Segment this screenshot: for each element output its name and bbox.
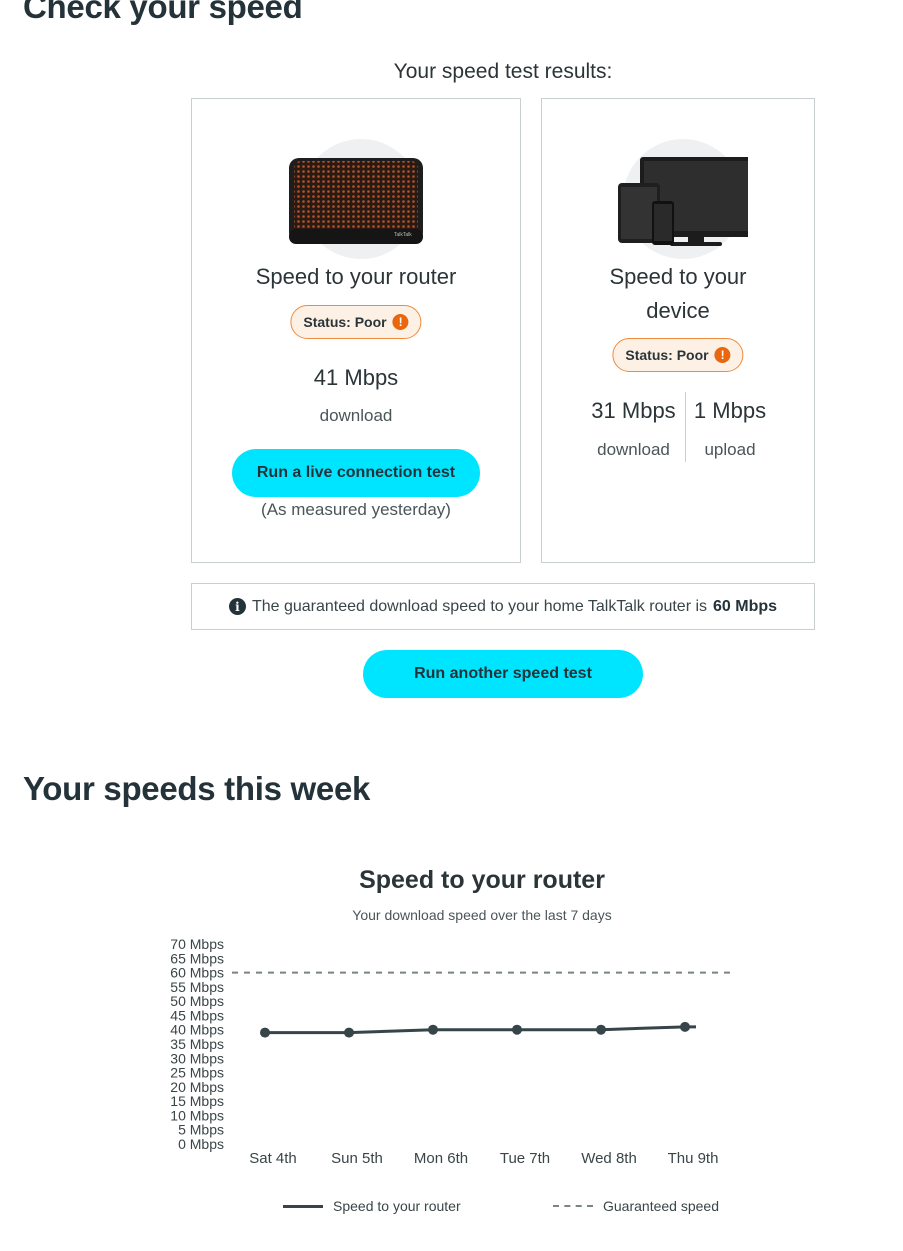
data-point <box>680 1021 690 1032</box>
router-icon: TalkTalk <box>289 158 423 244</box>
y-tick-label: 0 Mbps <box>178 1136 224 1152</box>
y-tick-label: 25 Mbps <box>170 1065 224 1081</box>
router-image: TalkTalk <box>286 139 426 259</box>
page-title: Check your speed <box>23 0 303 25</box>
legend-swatch-solid <box>283 1204 323 1208</box>
router-status-badge: Status: Poor ! <box>290 305 422 339</box>
run-live-test-button[interactable]: Run a live connection test <box>232 449 480 497</box>
y-tick-label: 55 Mbps <box>170 979 224 995</box>
legend-swatch-dashed <box>553 1205 593 1207</box>
data-point <box>512 1024 522 1035</box>
y-tick-label: 10 Mbps <box>170 1107 224 1123</box>
chart-subtitle: Your download speed over the last 7 days <box>352 907 612 923</box>
device-download-label: download <box>597 440 670 459</box>
data-point <box>260 1027 270 1038</box>
router-speed-card: TalkTalk Speed to your router Status: Po… <box>191 98 521 563</box>
y-tick-label: 15 Mbps <box>170 1093 224 1109</box>
guaranteed-speed-text: The guaranteed download speed to your ho… <box>251 597 708 615</box>
device-status-text: Status: Poor <box>625 347 709 363</box>
x-tick-label: Mon 6th <box>414 1150 468 1167</box>
warning-icon: ! <box>392 314 409 330</box>
y-tick-label: 40 Mbps <box>170 1022 224 1038</box>
chart-title: Speed to your router <box>359 866 605 894</box>
device-download-speed: 31 Mbps <box>591 398 676 423</box>
x-tick-label: Thu 9th <box>668 1150 719 1167</box>
series-line-router-speed <box>265 1025 696 1035</box>
data-point <box>428 1024 438 1035</box>
measured-note: (As measured yesterday) <box>261 500 451 519</box>
guaranteed-speed-value: 60 Mbps <box>713 597 778 615</box>
router-card-title: Speed to your router <box>255 264 457 289</box>
warning-icon: ! <box>714 347 731 363</box>
router-status-text: Status: Poor <box>303 314 387 330</box>
results-title: Your speed test results: <box>393 60 613 83</box>
device-speed-card: Speed to your device Status: Poor ! 31 M… <box>541 98 815 563</box>
legend-item-guaranteed: Guaranteed speed <box>553 1198 719 1214</box>
x-tick-label: Sun 5th <box>331 1150 383 1167</box>
y-tick-label: 35 Mbps <box>170 1036 224 1052</box>
y-tick-label: 60 Mbps <box>170 965 224 981</box>
y-tick-label: 5 Mbps <box>178 1122 224 1138</box>
data-point <box>596 1024 606 1035</box>
device-status-badge: Status: Poor ! <box>612 338 744 372</box>
router-speed-chart: 0 Mbps5 Mbps10 Mbps15 Mbps20 Mbps25 Mbps… <box>170 936 733 1167</box>
data-point <box>344 1027 354 1038</box>
week-heading: Your speeds this week <box>23 770 371 807</box>
y-tick-label: 50 Mbps <box>170 993 224 1009</box>
run-another-test-button[interactable]: Run another speed test <box>363 650 643 698</box>
legend-label-router-speed: Speed to your router <box>333 1198 461 1214</box>
y-tick-label: 70 Mbps <box>170 936 224 952</box>
y-tick-label: 65 Mbps <box>170 950 224 966</box>
router-download-speed: 41 Mbps <box>313 365 399 390</box>
legend-item-router-speed: Speed to your router <box>283 1198 461 1214</box>
x-tick-label: Wed 8th <box>581 1150 637 1167</box>
y-tick-label: 30 Mbps <box>170 1050 224 1066</box>
legend-label-guaranteed: Guaranteed speed <box>603 1198 719 1214</box>
devices-icon <box>618 157 748 246</box>
guaranteed-speed-info: i The guaranteed download speed to your … <box>191 583 815 630</box>
devices-image <box>608 139 748 259</box>
device-card-title: Speed to your device <box>609 264 747 323</box>
info-icon: i <box>228 598 246 615</box>
y-tick-label: 20 Mbps <box>170 1079 224 1095</box>
svg-text:TalkTalk: TalkTalk <box>394 232 412 238</box>
device-upload-label: upload <box>704 440 756 459</box>
x-tick-label: Tue 7th <box>500 1150 550 1167</box>
x-tick-label: Sat 4th <box>249 1150 297 1167</box>
router-download-label: download <box>319 406 393 425</box>
device-upload-speed: 1 Mbps <box>693 398 767 423</box>
y-tick-label: 45 Mbps <box>170 1007 224 1023</box>
